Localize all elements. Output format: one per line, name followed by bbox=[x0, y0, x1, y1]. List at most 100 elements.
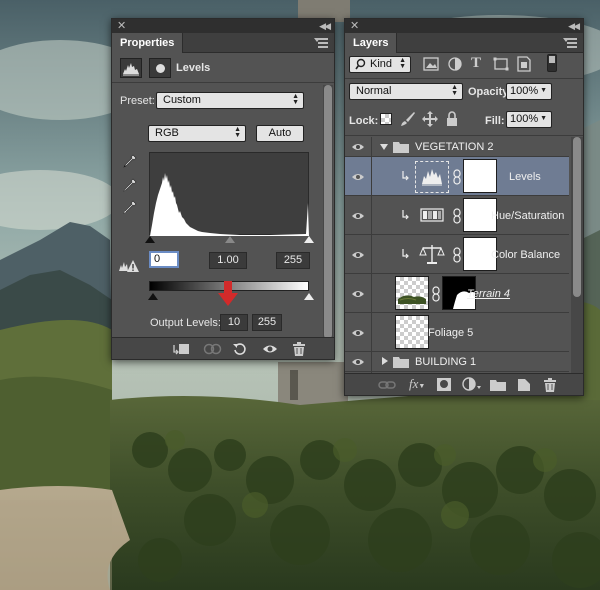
group-collapsed-arrow-icon[interactable] bbox=[382, 357, 388, 365]
trash-icon[interactable] bbox=[292, 342, 306, 356]
layer-mask-thumbnail[interactable] bbox=[463, 159, 497, 193]
filter-type-icon[interactable]: T bbox=[471, 55, 485, 71]
output-black-field[interactable]: 10 bbox=[220, 314, 248, 331]
layer-levels[interactable]: Levels bbox=[345, 157, 569, 196]
lock-brush-icon[interactable] bbox=[400, 111, 416, 127]
collapse-icon[interactable]: ◀◀ bbox=[568, 19, 580, 33]
layer-thumbnail[interactable] bbox=[395, 315, 429, 349]
input-white-slider[interactable] bbox=[304, 236, 314, 243]
link-layers-icon[interactable] bbox=[378, 379, 396, 391]
filter-pixel-icon[interactable] bbox=[423, 57, 439, 71]
input-black-field[interactable]: 0 bbox=[149, 251, 179, 268]
filter-shape-icon[interactable] bbox=[493, 57, 509, 71]
panel-menu-icon[interactable] bbox=[563, 38, 577, 48]
mask-icon[interactable] bbox=[149, 58, 171, 78]
dropdown-arrows-icon: ▲ ▼ bbox=[451, 84, 458, 97]
chain-link-icon[interactable] bbox=[453, 247, 461, 263]
filter-smart-object-icon[interactable] bbox=[517, 56, 531, 72]
layer-name[interactable]: VEGETATION 2 bbox=[415, 141, 493, 153]
output-white-field[interactable]: 255 bbox=[252, 314, 282, 331]
chevron-down-icon[interactable]: ▼ bbox=[540, 87, 547, 94]
visibility-eye-icon[interactable] bbox=[351, 250, 365, 260]
layers-titlebar: ✕ ◀◀ bbox=[345, 19, 583, 33]
visibility-eye-icon[interactable] bbox=[351, 328, 365, 338]
filter-adjustment-icon[interactable] bbox=[448, 57, 462, 71]
group-expanded-arrow-icon[interactable] bbox=[380, 144, 388, 150]
opacity-field[interactable]: 100% ▼ bbox=[506, 83, 552, 100]
layer-foliage-5[interactable]: Foliage 5 bbox=[345, 313, 569, 352]
tab-layers[interactable]: Layers bbox=[345, 33, 398, 53]
properties-scrollbar[interactable] bbox=[323, 85, 333, 339]
white-point-eyedropper-icon[interactable] bbox=[122, 199, 138, 215]
chain-link-icon[interactable] bbox=[432, 286, 440, 302]
visibility-eye-icon[interactable] bbox=[351, 289, 365, 299]
levels-icon bbox=[415, 161, 449, 193]
black-point-eyedropper-icon[interactable] bbox=[122, 153, 138, 169]
layer-color-balance[interactable]: Color Balance bbox=[345, 235, 569, 274]
layers-scrollbar-thumb[interactable] bbox=[573, 137, 581, 297]
collapse-icon[interactable]: ◀◀ bbox=[319, 19, 331, 33]
levels-adjustment-icon[interactable] bbox=[120, 58, 142, 78]
layer-name[interactable]: Color Balance bbox=[491, 249, 560, 261]
properties-titlebar: ✕ ◀◀ bbox=[112, 19, 334, 33]
add-mask-icon[interactable] bbox=[437, 378, 451, 391]
layer-effects-icon[interactable]: fx▼ bbox=[409, 376, 429, 392]
fill-field[interactable]: 100% ▼ bbox=[506, 111, 552, 128]
auto-button[interactable]: Auto bbox=[256, 125, 304, 142]
layer-group-vegetation-2[interactable]: VEGETATION 2 bbox=[345, 137, 569, 157]
input-gamma-field[interactable]: 1.00 bbox=[209, 252, 247, 269]
gray-point-eyedropper-icon[interactable] bbox=[122, 177, 138, 193]
layer-name[interactable]: Hue/Saturation bbox=[491, 210, 564, 222]
input-black-slider[interactable] bbox=[145, 236, 155, 243]
lock-move-icon[interactable] bbox=[422, 111, 438, 127]
layer-group-building-1[interactable]: BUILDING 1 bbox=[345, 352, 569, 372]
output-white-slider[interactable] bbox=[304, 293, 314, 300]
view-previous-state-icon[interactable] bbox=[202, 342, 224, 356]
layer-name[interactable]: Levels bbox=[509, 171, 541, 183]
properties-scrollbar-thumb[interactable] bbox=[324, 85, 332, 339]
clip-to-layer-icon[interactable] bbox=[172, 342, 190, 356]
tab-properties[interactable]: Properties bbox=[112, 33, 184, 53]
trash-icon[interactable] bbox=[543, 378, 557, 392]
clipping-warning-icon[interactable] bbox=[118, 259, 140, 273]
layer-thumbnail[interactable] bbox=[395, 276, 429, 310]
blend-mode-value: Normal bbox=[356, 85, 392, 97]
channel-dropdown[interactable]: RGB ▲ ▼ bbox=[148, 125, 246, 142]
close-icon[interactable]: ✕ bbox=[350, 19, 359, 33]
lock-all-icon[interactable] bbox=[446, 111, 458, 127]
search-icon bbox=[355, 57, 366, 76]
visibility-eye-icon[interactable] bbox=[351, 211, 365, 221]
visibility-eye-icon[interactable] bbox=[262, 343, 278, 355]
chain-link-icon[interactable] bbox=[453, 208, 461, 224]
layers-divider bbox=[345, 78, 583, 79]
layer-hue-saturation[interactable]: Hue/Saturation bbox=[345, 196, 569, 235]
filter-toggle-switch[interactable] bbox=[547, 54, 557, 72]
visibility-eye-icon[interactable] bbox=[351, 357, 365, 367]
layers-scrollbar[interactable] bbox=[571, 137, 583, 373]
chain-link-icon[interactable] bbox=[453, 169, 461, 185]
layer-name[interactable]: Terrain 4 bbox=[467, 288, 510, 300]
preset-label: Preset: bbox=[120, 95, 155, 107]
layer-filter-dropdown[interactable]: Kind ▲ ▼ bbox=[349, 56, 411, 73]
new-group-icon[interactable] bbox=[490, 379, 506, 391]
layers-divider bbox=[345, 135, 583, 136]
new-layer-icon[interactable] bbox=[517, 378, 531, 392]
visibility-eye-icon[interactable] bbox=[351, 142, 365, 152]
lock-transparent-icon[interactable] bbox=[380, 113, 392, 125]
blend-mode-dropdown[interactable]: Normal ▲ ▼ bbox=[349, 83, 463, 100]
panel-menu-icon[interactable] bbox=[314, 38, 328, 48]
preset-dropdown[interactable]: Custom ▲ ▼ bbox=[156, 92, 304, 109]
eye-column-divider bbox=[371, 137, 372, 373]
new-adjustment-layer-icon[interactable] bbox=[462, 377, 482, 392]
close-icon[interactable]: ✕ bbox=[117, 19, 126, 33]
input-white-field[interactable]: 255 bbox=[276, 252, 310, 269]
chevron-down-icon[interactable]: ▼ bbox=[540, 115, 547, 122]
reset-icon[interactable] bbox=[232, 341, 248, 357]
layer-name[interactable]: BUILDING 1 bbox=[415, 356, 476, 368]
visibility-eye-icon[interactable] bbox=[351, 172, 365, 182]
layer-terrain-4[interactable]: Terrain 4 bbox=[345, 274, 569, 313]
input-gamma-slider[interactable] bbox=[225, 236, 235, 243]
layer-name[interactable]: Foliage 5 bbox=[428, 327, 473, 339]
output-black-slider[interactable] bbox=[148, 293, 158, 300]
properties-tabbar: Properties bbox=[112, 33, 334, 53]
